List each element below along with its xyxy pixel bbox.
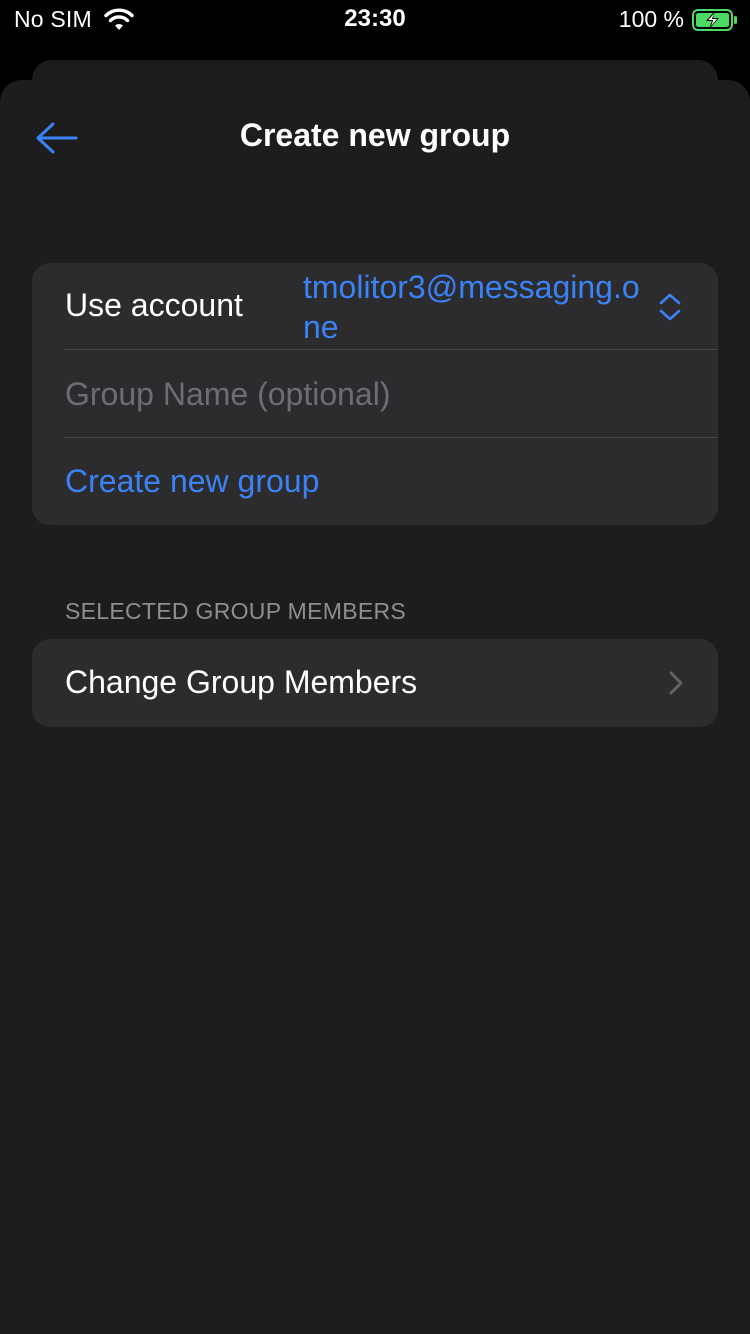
group-name-row [32, 351, 718, 438]
divider [64, 437, 718, 438]
group-name-input[interactable] [65, 351, 685, 438]
create-group-sheet: Create new group Use account tmolitor3@m… [0, 80, 750, 1334]
account-label: Use account [65, 287, 243, 323]
create-group-row: Create new group [32, 439, 718, 525]
chevron-right-icon [668, 669, 684, 697]
divider [64, 349, 718, 350]
battery-charging-icon [692, 9, 738, 31]
chevron-up-down-icon [658, 291, 682, 323]
selected-members-header: SELECTED GROUP MEMBERS [65, 598, 407, 624]
battery-percentage: 100 % [618, 6, 684, 32]
change-group-members-label: Change Group Members [65, 664, 418, 700]
page-title: Create new group [239, 117, 511, 153]
screen: No SIM 23:30 100 % Create new group Use … [0, 0, 750, 1334]
account-value: tmolitor3@messaging.one [303, 269, 640, 345]
group-settings-card: Use account tmolitor3@messaging.one Crea… [32, 263, 718, 525]
change-group-members-button[interactable]: Change Group Members [32, 639, 718, 727]
account-selector[interactable]: Use account tmolitor3@messaging.one [32, 263, 718, 350]
status-bar: No SIM 23:30 100 % [0, 0, 750, 42]
create-group-button[interactable]: Create new group [65, 463, 319, 500]
